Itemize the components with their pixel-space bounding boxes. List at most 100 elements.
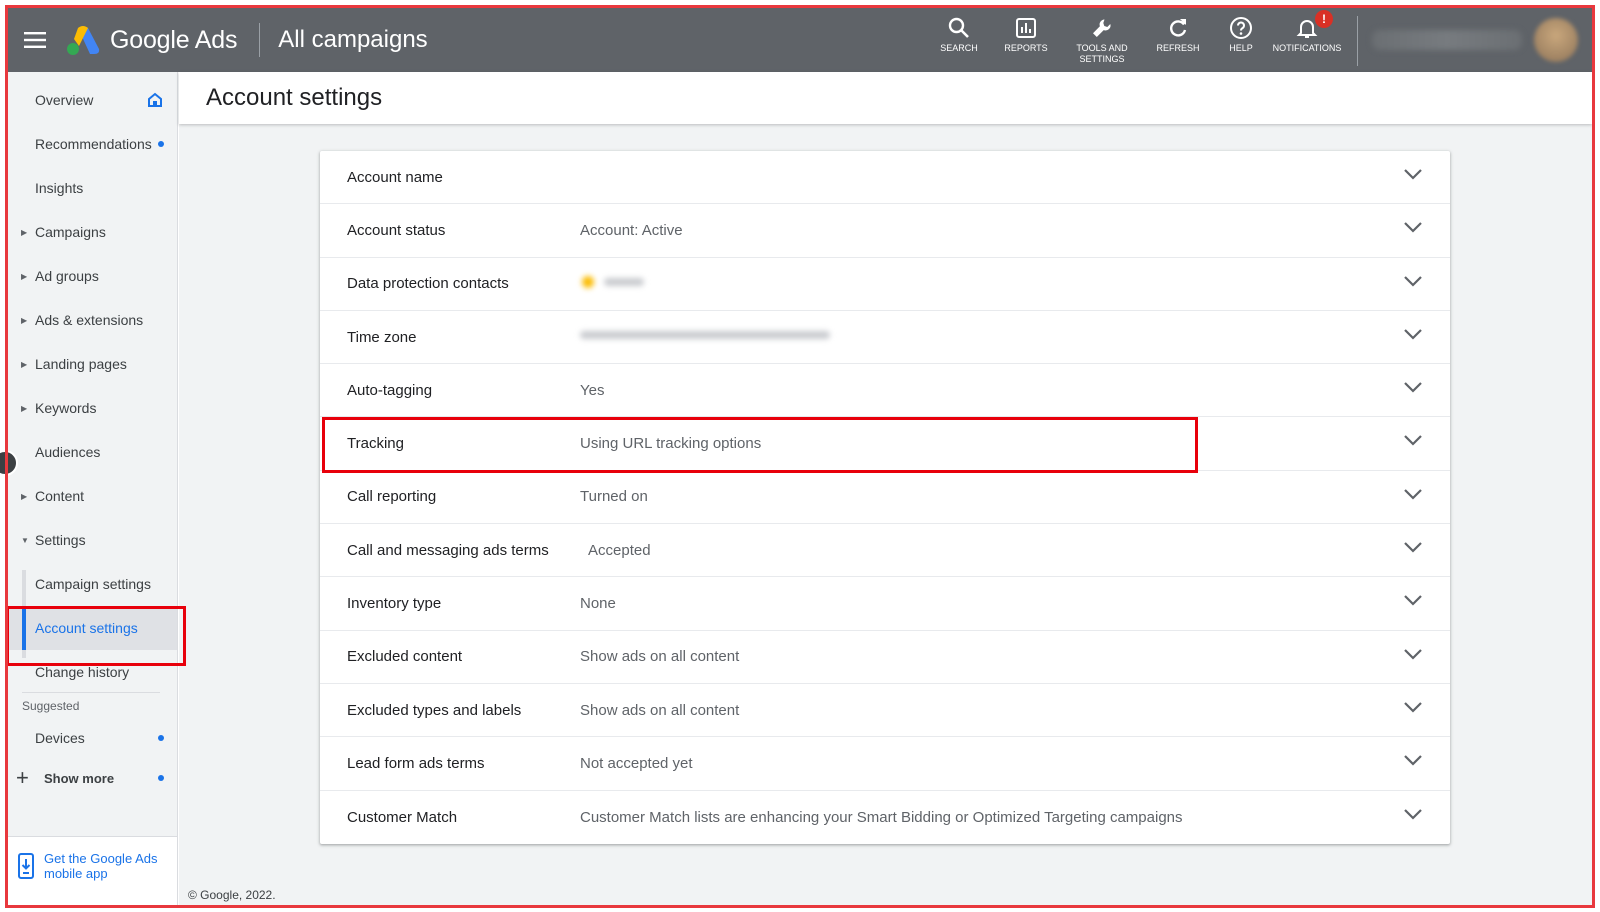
setting-value: Show ads on all content: [580, 648, 740, 666]
setting-row-customer-match[interactable]: Customer Match Customer Match lists are …: [320, 791, 1450, 844]
notification-badge: !: [1315, 10, 1333, 28]
setting-row-excluded-types-labels[interactable]: Excluded types and labels Show ads on al…: [320, 684, 1450, 738]
sidebar-item-audiences[interactable]: Audiences: [8, 430, 177, 474]
reports-button[interactable]: REPORTS: [991, 8, 1061, 54]
chevron-down-icon[interactable]: [1404, 381, 1422, 393]
refresh-button[interactable]: REFRESH: [1143, 8, 1213, 54]
caret-right-icon: ▶: [21, 227, 28, 237]
notifications-button[interactable]: NOTIFICATIONS !: [1269, 8, 1345, 54]
sidebar-item-landing-pages[interactable]: ▶ Landing pages: [8, 342, 177, 386]
chevron-down-icon[interactable]: [1404, 488, 1422, 500]
setting-value-redacted: [580, 328, 830, 346]
sidebar-item-label: Overview: [35, 92, 94, 108]
setting-label: Lead form ads terms: [347, 754, 485, 772]
refresh-label: REFRESH: [1156, 43, 1200, 53]
setting-label: Account name: [347, 168, 443, 186]
caret-right-icon: ▶: [21, 491, 28, 501]
setting-row-auto-tagging[interactable]: Auto-tagging Yes: [320, 364, 1450, 418]
sidebar-item-label: Content: [35, 488, 85, 504]
chevron-down-icon[interactable]: [1404, 275, 1422, 287]
reports-icon: [1016, 18, 1036, 38]
logo-text: Google Ads: [110, 25, 238, 54]
sidebar-item-settings[interactable]: ▼ Settings: [8, 518, 177, 562]
setting-value: Turned on: [580, 488, 648, 506]
setting-label: Tracking: [347, 435, 404, 453]
setting-value: Not accepted yet: [580, 754, 693, 772]
setting-value: Account: Active: [580, 221, 683, 239]
setting-label: Time zone: [347, 328, 417, 346]
chevron-down-icon[interactable]: [1404, 541, 1422, 553]
mobile-app-promo[interactable]: Get the Google Ads mobile app: [8, 836, 177, 908]
chevron-down-icon[interactable]: [1404, 808, 1422, 820]
help-button[interactable]: HELP: [1213, 8, 1269, 54]
setting-row-call-reporting[interactable]: Call reporting Turned on: [320, 471, 1450, 525]
sidebar-item-recommendations[interactable]: Recommendations: [8, 122, 177, 166]
main-menu-button[interactable]: [8, 8, 62, 72]
copyright-text: © Google, 2022.: [188, 888, 276, 902]
sidebar-item-insights[interactable]: Insights: [8, 166, 177, 210]
settings-card: Account name Account status Account: Act…: [320, 151, 1450, 844]
setting-value: Customer Match lists are enhancing your …: [580, 808, 1183, 826]
search-button[interactable]: SEARCH: [927, 8, 991, 54]
chevron-down-icon[interactable]: [1404, 701, 1422, 713]
chevron-down-icon[interactable]: [1404, 221, 1422, 233]
show-more-label: Show more: [44, 770, 115, 786]
redacted-bar: [580, 331, 830, 340]
setting-row-account-name[interactable]: Account name: [320, 151, 1450, 205]
mobile-app-link[interactable]: Get the Google Ads mobile app: [44, 851, 164, 881]
contact-star-icon: [582, 275, 644, 288]
sidebar-item-overview[interactable]: Overview: [8, 78, 177, 122]
sidebar-divider: [22, 692, 160, 693]
campaign-scope-title[interactable]: All campaigns: [278, 26, 427, 54]
setting-label: Customer Match: [347, 808, 458, 826]
setting-row-excluded-content[interactable]: Excluded content Show ads on all content: [320, 631, 1450, 684]
sidebar-item-label: Account settings: [35, 620, 138, 636]
hamburger-icon: [24, 32, 46, 48]
sidebar-item-account-settings[interactable]: Account settings: [8, 606, 177, 650]
sidebar-item-campaigns[interactable]: ▶ Campaigns: [8, 210, 177, 254]
chevron-down-icon[interactable]: [1404, 594, 1422, 606]
setting-label: Data protection contacts: [347, 275, 509, 293]
avatar[interactable]: [1534, 18, 1578, 62]
toolbar-separator: [1357, 16, 1358, 66]
sidebar-item-change-history[interactable]: Change history: [8, 650, 177, 694]
phone-download-icon: [18, 853, 34, 879]
setting-row-inventory-type[interactable]: Inventory type None: [320, 577, 1450, 631]
setting-row-call-messaging-terms[interactable]: Call and messaging ads terms Accepted: [320, 524, 1450, 578]
setting-row-lead-form-terms[interactable]: Lead form ads terms Not accepted yet: [320, 737, 1450, 791]
google-ads-logo[interactable]: Google Ads: [66, 25, 237, 55]
tools-and-settings-button[interactable]: TOOLS AND SETTINGS: [1061, 8, 1143, 65]
main-content: Account settings Account name Account st…: [179, 72, 1592, 908]
chevron-down-icon[interactable]: [1404, 434, 1422, 447]
sidebar-item-content[interactable]: ▶ Content: [8, 474, 177, 518]
sidebar-item-label: Ads & extensions: [35, 312, 144, 328]
header-separator: [259, 23, 261, 57]
sidebar-item-keywords[interactable]: ▶ Keywords: [8, 386, 177, 430]
setting-label: Call and messaging ads terms: [347, 541, 549, 559]
chevron-down-icon[interactable]: [1404, 328, 1422, 340]
chevron-down-icon[interactable]: [1404, 648, 1422, 660]
tools-and-settings-label: TOOLS AND SETTINGS: [1076, 43, 1128, 64]
sidebar-item-label: Landing pages: [35, 356, 127, 372]
sidebar-item-campaign-settings[interactable]: Campaign settings: [8, 562, 177, 606]
account-switcher[interactable]: [1372, 30, 1522, 50]
chevron-down-icon[interactable]: [1404, 168, 1422, 180]
chevron-down-icon[interactable]: [1404, 754, 1422, 766]
setting-row-tracking[interactable]: Tracking Using URL tracking options: [320, 417, 1450, 471]
setting-row-time-zone[interactable]: Time zone: [320, 311, 1450, 365]
notification-dot: [158, 775, 164, 781]
suggested-heading: Suggested: [22, 699, 80, 713]
reports-label: REPORTS: [1004, 43, 1048, 53]
sidebar-item-label: Campaigns: [35, 224, 106, 240]
show-more-button[interactable]: + Show more: [8, 758, 177, 798]
setting-row-account-status[interactable]: Account status Account: Active: [320, 204, 1450, 258]
sidebar-item-ad-groups[interactable]: ▶ Ad groups: [8, 254, 177, 298]
sidebar-item-devices[interactable]: Devices: [8, 716, 177, 760]
wrench-icon: [1093, 19, 1111, 37]
setting-value: Yes: [580, 381, 605, 399]
sidebar-item-label: Keywords: [35, 400, 97, 416]
sidebar-item-label: Devices: [35, 730, 85, 746]
setting-row-data-protection-contacts[interactable]: Data protection contacts: [320, 258, 1450, 311]
page-header: Account settings: [179, 72, 1592, 124]
sidebar-item-ads-extensions[interactable]: ▶ Ads & extensions: [8, 298, 177, 342]
